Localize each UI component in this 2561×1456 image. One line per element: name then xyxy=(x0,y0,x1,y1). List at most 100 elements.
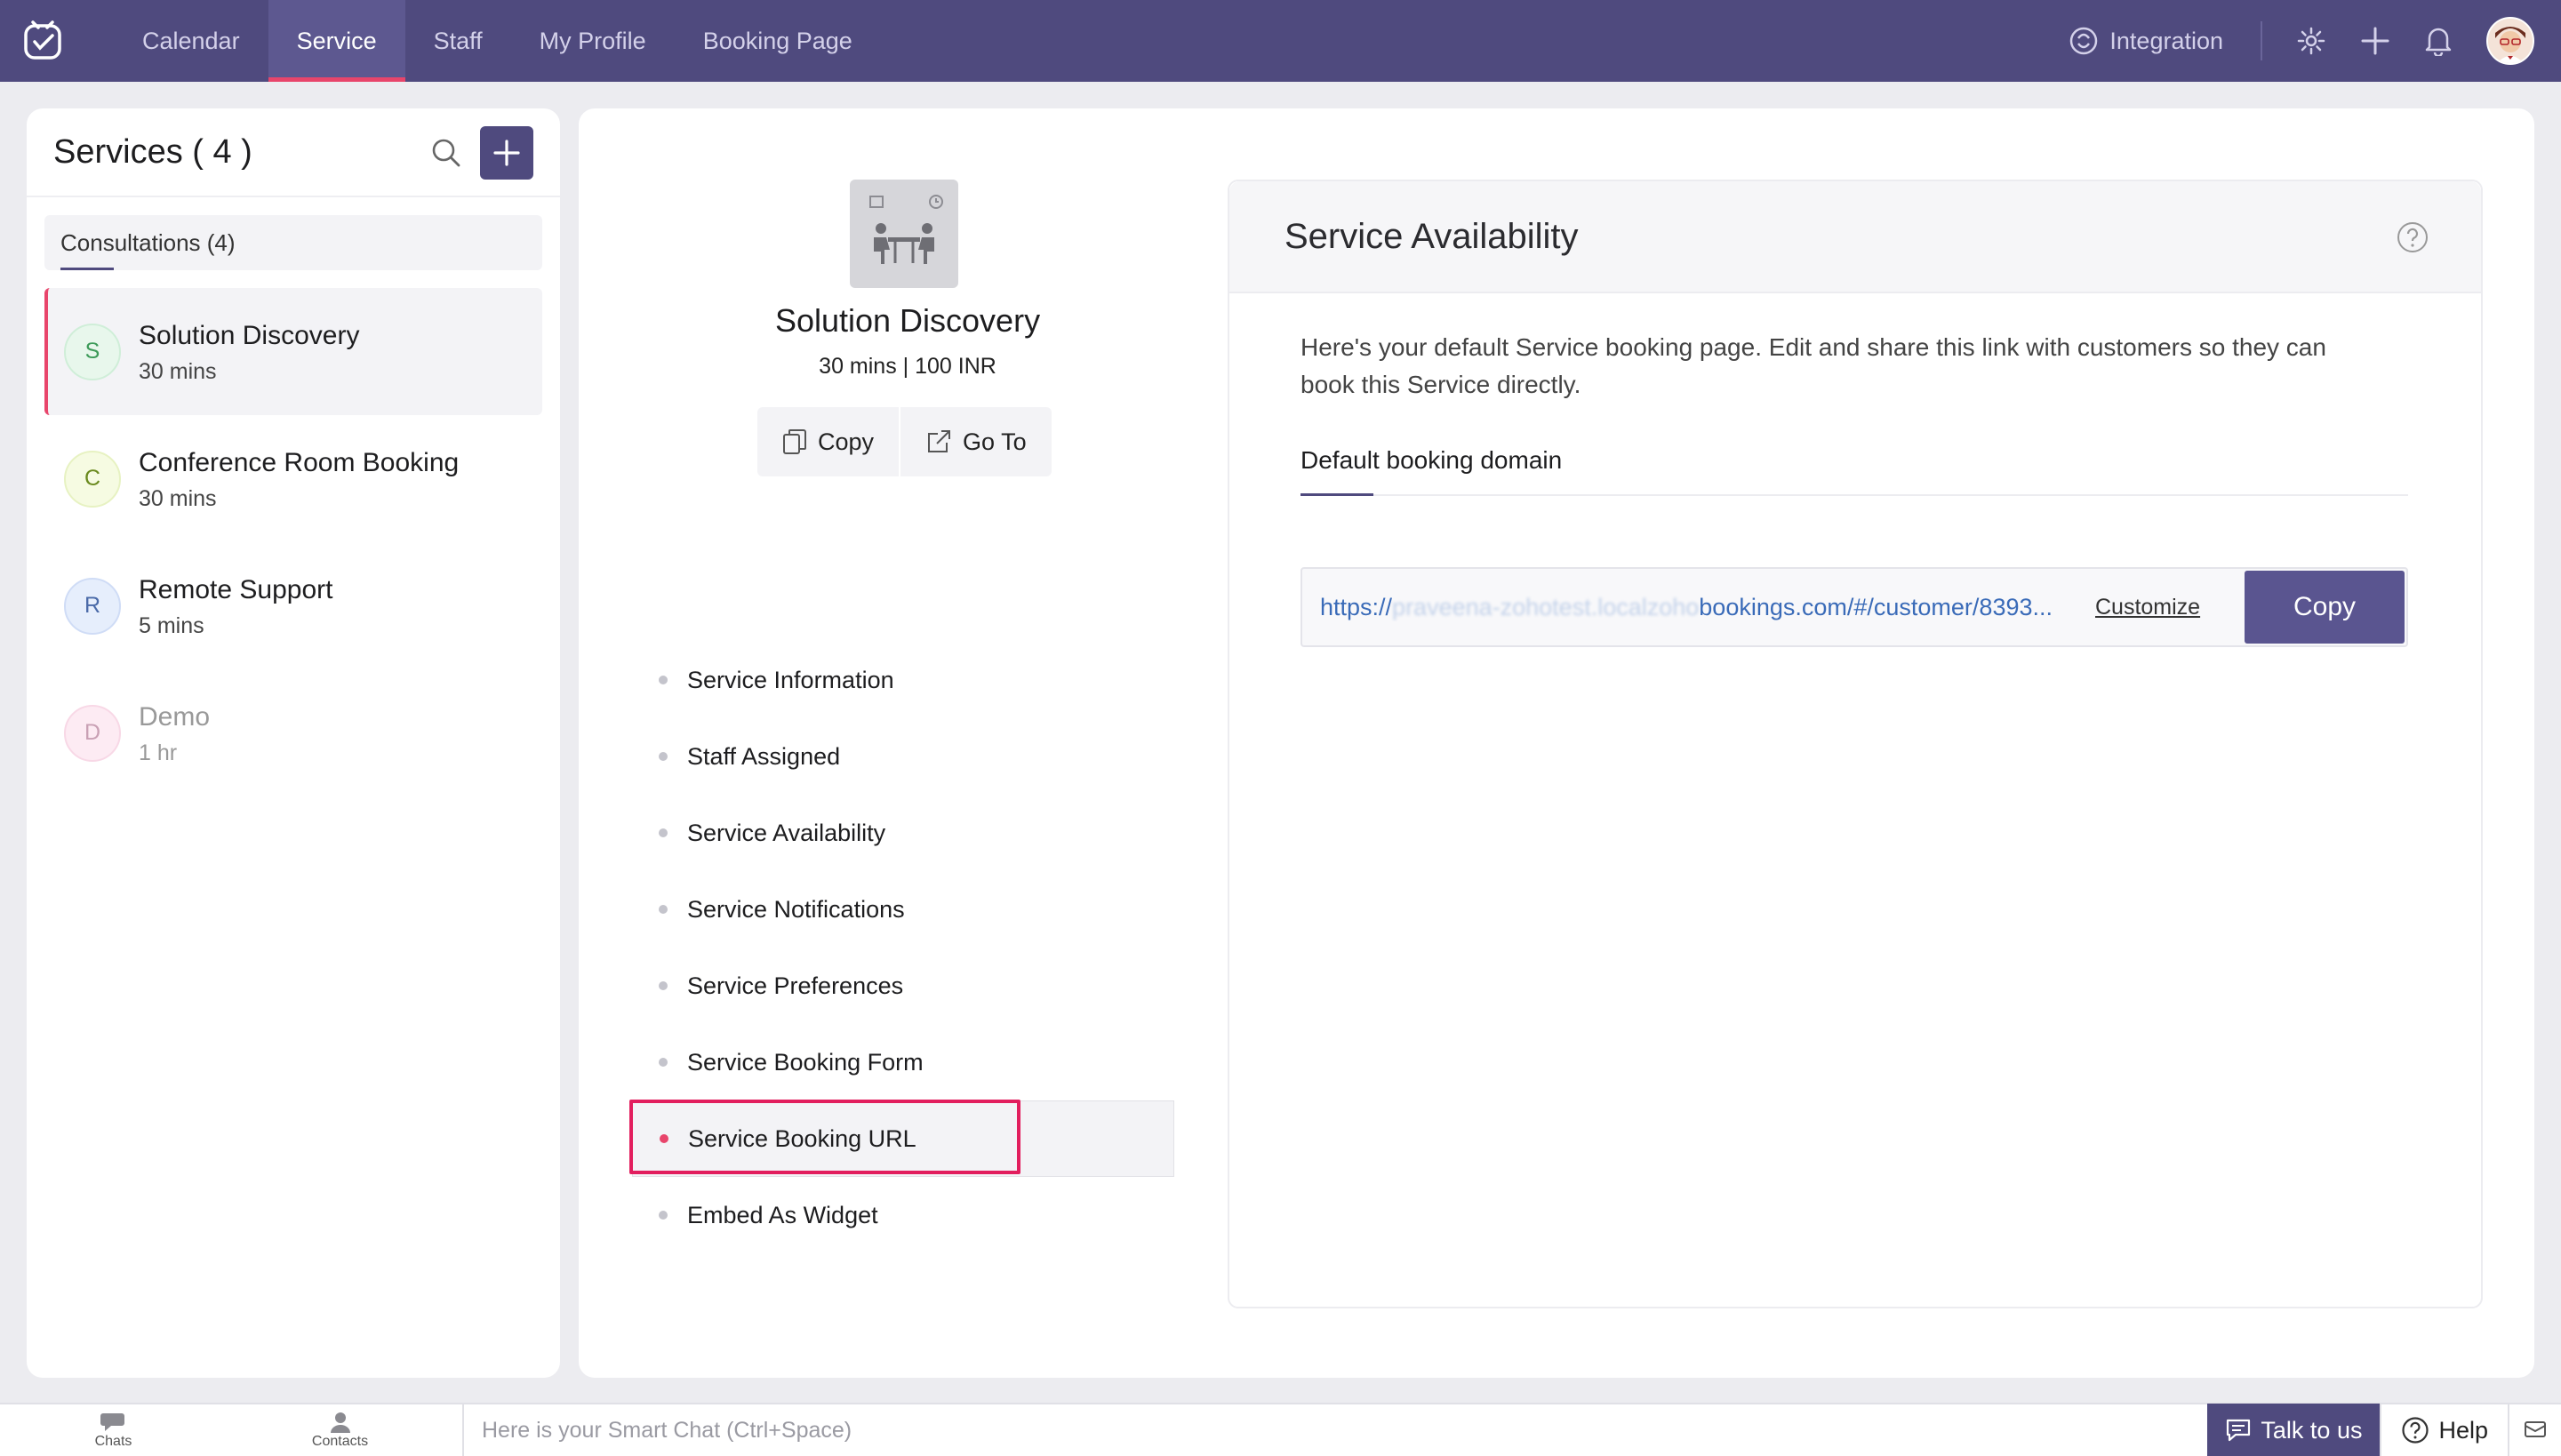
nav-my-profile[interactable]: My Profile xyxy=(511,0,675,82)
app-logo-icon[interactable] xyxy=(16,14,69,68)
menu-service-notifications[interactable]: Service Notifications xyxy=(632,871,1174,948)
service-name: Remote Support xyxy=(139,575,333,604)
bullet-dot xyxy=(659,905,668,914)
service-settings-menu: Service Information Staff Assigned Servi… xyxy=(629,642,1174,1253)
service-name: Demo xyxy=(139,702,211,732)
service-name: Solution Discovery xyxy=(139,321,360,350)
service-duration: 1 hr xyxy=(139,740,178,765)
service-list: S Solution Discovery 30 mins C Conferenc… xyxy=(27,288,560,796)
add-service-button[interactable] xyxy=(480,126,533,180)
service-action-buttons: Copy Go To xyxy=(757,407,1052,476)
integration-label: Integration xyxy=(2109,27,2223,54)
services-title: Services ( 4 ) xyxy=(53,132,252,171)
copy-link-button[interactable]: Copy xyxy=(757,407,899,476)
availability-header: Service Availability xyxy=(1229,181,2481,293)
user-avatar[interactable] xyxy=(2486,17,2534,65)
help-label: Help xyxy=(2438,1416,2488,1444)
service-avatar: R xyxy=(64,577,121,635)
menu-service-availability[interactable]: Service Availability xyxy=(632,795,1174,871)
feedback-icon[interactable] xyxy=(2508,1404,2561,1456)
talk-to-us-button[interactable]: Talk to us xyxy=(2207,1404,2381,1456)
service-duration: 30 mins xyxy=(139,359,217,384)
bullet-dot xyxy=(659,752,668,761)
chats-button[interactable]: Chats xyxy=(0,1404,227,1456)
menu-label: Service Booking URL xyxy=(688,1124,916,1152)
menu-label: Service Booking Form xyxy=(687,1048,924,1076)
meeting-illustration-icon xyxy=(869,195,943,264)
plus-icon xyxy=(493,140,520,166)
service-duration: 30 mins xyxy=(139,486,217,511)
availability-body: Here's your default Service booking page… xyxy=(1229,293,2481,647)
domain-tab-row: Default booking domain xyxy=(1301,446,2408,496)
url-blurred-part: praveena-zohotest.localzoho xyxy=(1392,593,1700,620)
booking-url-link[interactable]: https://praveena-zohotest.localzohobooki… xyxy=(1302,594,2085,621)
integration-link[interactable]: Integration xyxy=(2069,21,2262,60)
notification-bell-icon[interactable] xyxy=(2424,26,2453,56)
service-item-solution-discovery[interactable]: S Solution Discovery 30 mins xyxy=(44,288,542,415)
talk-label: Talk to us xyxy=(2261,1416,2363,1444)
availability-description: Here's your default Service booking page… xyxy=(1301,333,2326,398)
services-header: Services ( 4 ) xyxy=(27,108,560,197)
bottom-bar: Chats Contacts Here is your Smart Chat (… xyxy=(0,1403,2561,1456)
nav-right-group: Integration xyxy=(2069,0,2534,82)
contacts-button[interactable]: Contacts xyxy=(227,1404,453,1456)
menu-label: Service Notifications xyxy=(687,895,905,923)
service-text: Conference Room Booking 30 mins xyxy=(139,445,459,512)
category-tab-consultations[interactable]: Consultations (4) xyxy=(44,215,542,270)
bullet-dot xyxy=(659,828,668,837)
menu-staff-assigned[interactable]: Staff Assigned xyxy=(632,718,1174,795)
menu-label: Embed As Widget xyxy=(687,1201,878,1228)
add-icon[interactable] xyxy=(2360,26,2390,56)
service-availability-card: Service Availability Here's your default… xyxy=(1228,180,2483,1308)
service-text: Solution Discovery 30 mins xyxy=(139,318,359,385)
service-name: Conference Room Booking xyxy=(139,448,460,477)
smart-chat-input[interactable]: Here is your Smart Chat (Ctrl+Space) xyxy=(464,1418,2207,1444)
tab-default-booking-domain[interactable]: Default booking domain xyxy=(1301,446,1562,474)
service-item-demo[interactable]: D Demo 1 hr xyxy=(44,669,542,796)
menu-label: Service Availability xyxy=(687,819,886,846)
goto-label: Go To xyxy=(963,428,1027,455)
menu-label: Service Preferences xyxy=(687,972,904,999)
goto-button[interactable]: Go To xyxy=(899,407,1052,476)
copy-url-button[interactable]: Copy xyxy=(2245,571,2405,644)
chats-label: Chats xyxy=(94,1434,132,1449)
bullet-dot xyxy=(659,676,668,684)
service-item-remote-support[interactable]: R Remote Support 5 mins xyxy=(44,542,542,669)
help-button[interactable]: Help xyxy=(2380,1404,2508,1456)
settings-icon[interactable] xyxy=(2296,26,2326,56)
bullet-dot xyxy=(660,1134,668,1143)
search-icon[interactable] xyxy=(428,135,464,175)
url-suffix: bookings.com/#/customer/8393... xyxy=(1699,593,2053,620)
service-text: Remote Support 5 mins xyxy=(139,572,332,639)
menu-service-booking-url[interactable]: Service Booking URL xyxy=(629,1100,1174,1177)
nav-booking-page[interactable]: Booking Page xyxy=(675,0,881,82)
chat-bubble-icon xyxy=(100,1413,124,1431)
service-avatar: D xyxy=(64,704,121,762)
service-avatar: S xyxy=(64,323,121,380)
menu-service-booking-form[interactable]: Service Booking Form xyxy=(632,1024,1174,1100)
integration-icon xyxy=(2070,27,2098,55)
copy-label: Copy xyxy=(818,428,875,455)
nav-calendar[interactable]: Calendar xyxy=(114,0,268,82)
service-item-conference-room-booking[interactable]: C Conference Room Booking 30 mins xyxy=(44,415,542,542)
customize-link[interactable]: Customize xyxy=(2095,595,2200,620)
copy-icon xyxy=(783,429,806,454)
help-circle-icon[interactable] xyxy=(2396,220,2429,259)
bullet-dot xyxy=(659,1058,668,1067)
service-detail-meta: 30 mins | 100 INR xyxy=(819,354,996,379)
menu-service-preferences[interactable]: Service Preferences xyxy=(632,948,1174,1024)
service-main-panel: Solution Discovery 30 mins | 100 INR Cop… xyxy=(579,108,2534,1378)
nav-staff[interactable]: Staff xyxy=(405,0,511,82)
services-sidebar: Services ( 4 ) Consultations (4) S Solut… xyxy=(27,108,560,1378)
menu-label: Service Information xyxy=(687,666,894,693)
menu-label: Staff Assigned xyxy=(687,742,841,770)
menu-service-information[interactable]: Service Information xyxy=(632,642,1174,718)
message-icon xyxy=(2227,1419,2251,1442)
menu-embed-as-widget[interactable]: Embed As Widget xyxy=(632,1177,1174,1253)
service-detail-title: Solution Discovery xyxy=(774,302,1041,339)
booking-url-field: https://praveena-zohotest.localzohobooki… xyxy=(1301,567,2408,647)
contacts-label: Contacts xyxy=(311,1434,369,1449)
nav-service[interactable]: Service xyxy=(268,0,405,82)
service-text: Demo 1 hr xyxy=(139,700,210,766)
contact-person-icon xyxy=(330,1412,350,1433)
